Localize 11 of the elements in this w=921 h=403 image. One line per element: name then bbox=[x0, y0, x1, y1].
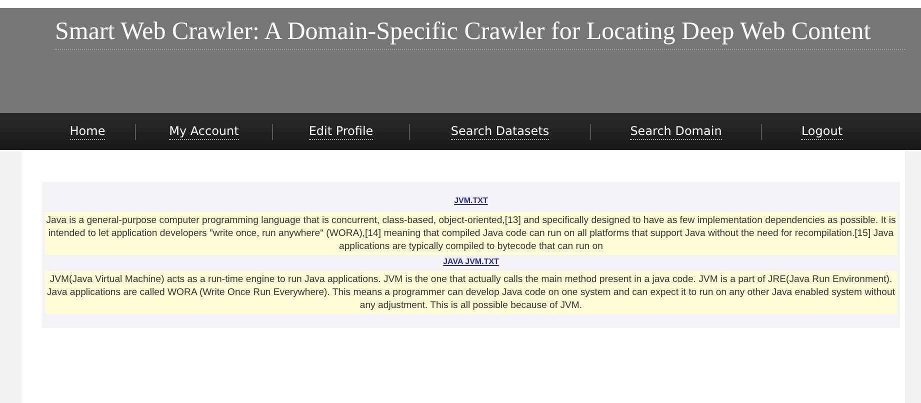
nav-link[interactable]: Search Domain bbox=[630, 124, 722, 140]
file-link[interactable]: JVM.TXT bbox=[454, 196, 488, 205]
site-title: Smart Web Crawler: A Domain-Specific Crawler for Locating Deep Web Content bbox=[55, 18, 872, 45]
nav-link[interactable]: My Account bbox=[169, 124, 239, 140]
file-excerpt: Java is a general-purpose computer programming language that is concurrent, class-based, object-oriented,[13] and specifically designed to have as few implementation dependencies as possible. It is intended to let application developers "write once, run anywhere" (WORA),[14] meaning that compiled Java code can run on all platforms that support Java without the need for recompilation.[15] Java applications are typically compiled to bytecode that can run on bbox=[45, 212, 897, 255]
nav-link[interactable]: Edit Profile bbox=[308, 124, 374, 140]
nav-link[interactable]: Home bbox=[70, 124, 106, 140]
nav-link[interactable]: Logout bbox=[801, 124, 843, 140]
file-link[interactable]: JAVA JVM.TXT bbox=[443, 257, 499, 266]
nav-link[interactable]: Search Datasets bbox=[450, 124, 550, 140]
file-excerpt: JVM(Java Virtual Machine) acts as a run-time engine to run Java applications. JVM is the one that actually calls the main method present in a java code. JVM is a part of JRE(Java Run Environment). Java applications are called WORA (Write Once Run Everywhere). This means a programmer can develop Java code on one system and can expect it to run on any other Java enabled system without any adjustment. This is all possible because of JVM. bbox=[45, 271, 897, 314]
